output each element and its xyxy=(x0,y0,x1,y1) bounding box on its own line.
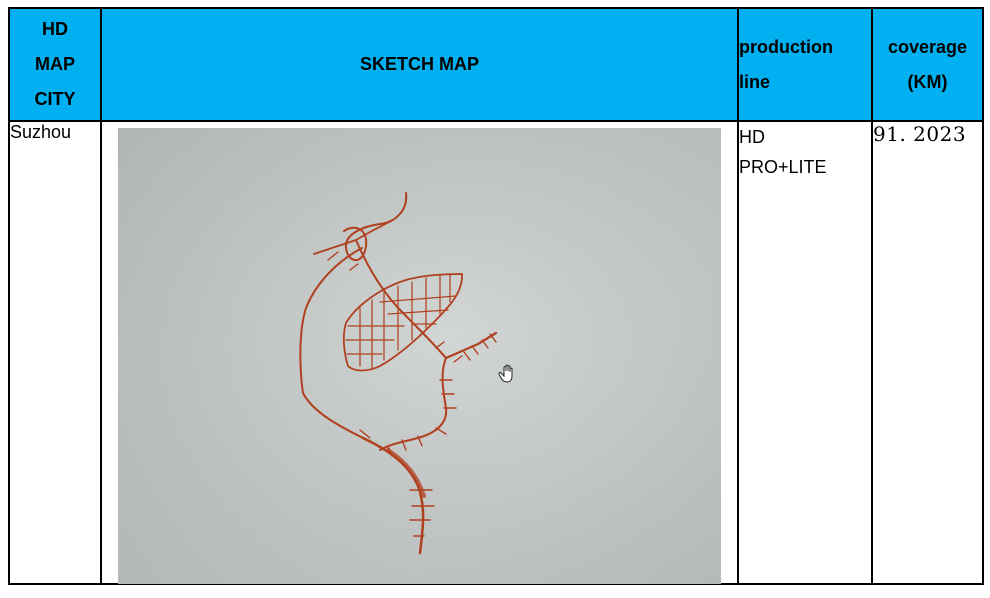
production-line-value-1: HD xyxy=(739,127,765,147)
table-row: Suzhou HD PRO+LITE 91. 2023 xyxy=(8,120,984,585)
header-coverage-line-2: (KM) xyxy=(907,71,948,92)
production-line-cell: HD PRO+LITE xyxy=(737,120,873,585)
sketch-map-photo xyxy=(118,128,721,584)
header-coverage-line-1: coverage xyxy=(887,36,968,57)
header-coverage: coverage (KM) xyxy=(871,7,984,122)
header-production-line: production line xyxy=(737,7,873,122)
header-city-line-2: MAP xyxy=(35,54,75,74)
coverage-cell: 91. 2023 xyxy=(871,120,984,585)
production-line-value-2: PRO+LITE xyxy=(739,157,827,177)
hd-map-table: HD MAP CITY SKETCH MAP production line c… xyxy=(8,7,984,585)
header-city-line-3: CITY xyxy=(34,89,76,109)
header-line-1: production xyxy=(739,36,833,57)
header-hd-map-city: HD MAP CITY xyxy=(8,7,102,122)
sketch-map-drawing xyxy=(118,128,721,584)
header-row: HD MAP CITY SKETCH MAP production line c… xyxy=(8,7,984,122)
header-city-line-1: HD xyxy=(42,19,68,39)
city-cell: Suzhou xyxy=(8,120,102,585)
header-sketch-map: SKETCH MAP xyxy=(100,7,739,122)
header-line-2: line xyxy=(739,71,771,92)
sketch-map-cell xyxy=(100,120,739,585)
